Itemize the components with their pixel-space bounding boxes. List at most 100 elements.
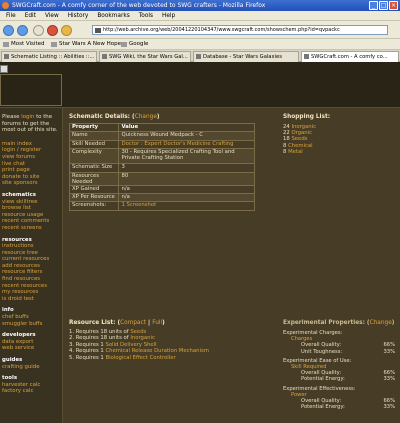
bookmark-label: Google <box>129 41 149 47</box>
sidebar-link[interactable]: data export <box>2 339 62 346</box>
shopping-resource-link[interactable]: Chemical <box>288 143 313 149</box>
browser-tab[interactable]: SWGCraft.com - A comfy co... <box>301 51 399 62</box>
sidebar-link[interactable]: instructions <box>2 243 62 250</box>
tab-title: SWG Wiki, the Star Wars Gal... <box>109 54 188 60</box>
sidebar-link[interactable]: crafting guide <box>2 364 62 371</box>
sidebar-link[interactable]: browse list <box>2 205 62 212</box>
sidebar-link[interactable]: live chat <box>2 161 62 168</box>
forward-button[interactable] <box>17 25 28 36</box>
table-row: Skill Needed Doctor : Expert Doctor's Med… <box>68 139 255 150</box>
sidebar-section-title: schematics <box>2 191 36 198</box>
resource-link[interactable]: Solid Delivery Shell <box>105 342 156 348</box>
bookmark-item[interactable]: Star Wars A New Hope <box>50 39 121 50</box>
property-value-link[interactable]: Doctor : Expert Doctor's Medicine Crafti… <box>121 141 233 147</box>
tab-title: SWGCraft.com - A comfy co... <box>311 54 388 60</box>
sidebar-link[interactable]: recent screens <box>2 225 62 232</box>
change-schematic-link[interactable]: Change <box>135 114 157 120</box>
sidebar-link[interactable]: factory calc <box>2 388 62 395</box>
tab-title: Schematic Listing :: Abilities ::... <box>11 54 95 60</box>
sidebar-link[interactable]: view skilltree <box>2 199 62 206</box>
sidebar-link[interactable]: donate to site <box>2 174 62 181</box>
web-page: Please login to the forums to get the mo… <box>0 62 400 423</box>
tab-favicon <box>102 54 107 59</box>
sidebar-link[interactable]: resource tree <box>2 250 62 257</box>
sidebar-link[interactable]: add resources <box>2 263 62 270</box>
table-row: XP Per Resource n/a <box>68 192 255 203</box>
banner-frame <box>0 74 62 106</box>
browser-tab[interactable]: Database - Star Wars Galaxies <box>193 51 299 62</box>
url-text: http://web.archive.org/web/2004122010434… <box>103 27 340 33</box>
window-title: SWGCraft.com - A comfy corner of the web… <box>12 2 266 9</box>
menu-edit[interactable]: Edit <box>25 13 36 19</box>
sidebar-link[interactable]: view forums <box>2 154 62 161</box>
resource-link[interactable]: Inorganic <box>130 335 155 341</box>
shopping-resource-link[interactable]: Seeds <box>291 136 307 142</box>
sidebar-link[interactable]: web service <box>2 345 62 352</box>
sidebar-link[interactable]: login / register <box>2 147 62 154</box>
shopping-resource-link[interactable]: Metal <box>288 149 303 155</box>
stop-button[interactable] <box>47 25 58 36</box>
full-view-link[interactable]: Full <box>152 320 162 326</box>
experimental-group: Experimental Effectiveness: Power Overall … <box>283 386 399 411</box>
experimental-properties-heading: Experimental Properties: (Change) <box>283 320 395 326</box>
site-favicon <box>95 28 101 33</box>
schematic-details-heading: Schematic Details: (Change) <box>69 114 160 120</box>
sidebar-link[interactable]: recent resources <box>2 283 62 290</box>
sidebar-link[interactable]: smuggler buffs <box>2 321 62 328</box>
sidebar-link[interactable]: my resources <box>2 289 62 296</box>
property-value[interactable]: Doctor : Expert Doctor's Medicine Crafti… <box>118 139 255 150</box>
sidebar-link[interactable]: find resources <box>2 276 62 283</box>
bookmark-item[interactable]: Google <box>120 39 148 50</box>
address-bar[interactable]: http://web.archive.org/web/2004122010434… <box>92 25 388 35</box>
sidebar-link[interactable]: resource usage <box>2 212 62 219</box>
reload-button[interactable] <box>33 25 44 36</box>
home-button[interactable] <box>61 25 72 36</box>
sidebar-link[interactable]: print page <box>2 167 62 174</box>
menu-view[interactable]: View <box>45 13 59 19</box>
menu-help[interactable]: Help <box>162 13 175 19</box>
minimize-button[interactable]: _ <box>369 1 378 10</box>
browser-tab[interactable]: Schematic Listing :: Abilities ::... <box>1 51 97 62</box>
resource-link[interactable]: Biological Effect Controller <box>105 355 175 361</box>
experimental-properties: Experimental Charges: Charges Overall Qual… <box>283 330 399 413</box>
table-row: XP Gained n/a <box>68 184 255 194</box>
sidebar-link[interactable]: recent comments <box>2 218 62 225</box>
experimental-weight: 33% <box>383 348 395 355</box>
resource-requirement: 3. Requires 1 <box>69 341 106 348</box>
sidebar-link[interactable]: current resources <box>2 256 62 263</box>
sidebar-link[interactable]: main index <box>2 141 62 148</box>
compact-view-link[interactable]: Compact <box>120 320 146 326</box>
property-name: Name <box>68 131 120 141</box>
sidebar-section-title: developers <box>2 332 36 339</box>
shopping-item: 8 Metal <box>283 149 316 155</box>
property-value: 30 - Requires Specialized Crafting Tool … <box>118 148 255 165</box>
broken-image-icon <box>0 65 8 73</box>
sidebar-link[interactable]: harvester calc <box>2 382 62 389</box>
menu-file[interactable]: File <box>6 13 16 19</box>
shopping-resource-link[interactable]: Organic <box>291 130 312 136</box>
maximize-button[interactable]: □ <box>379 1 388 10</box>
close-button[interactable]: × <box>389 1 398 10</box>
property-name: Complexity <box>68 148 120 165</box>
resource-link[interactable]: Seeds <box>130 329 146 335</box>
sidebar-link[interactable]: site sponsors <box>2 180 62 187</box>
sidebar-link[interactable]: chef buffs <box>2 314 62 321</box>
bookmark-item[interactable]: Most Visited <box>2 39 44 50</box>
resource-link[interactable]: Chemical Release Duration Mechanism <box>105 348 208 354</box>
menu-bookmarks[interactable]: Bookmarks <box>97 13 129 19</box>
sidebar: Please login to the forums to get the mo… <box>0 108 62 423</box>
property-value[interactable]: 1 Screenshot <box>118 201 255 211</box>
tab-favicon <box>4 54 9 59</box>
shopping-resource-link[interactable]: Inorganic <box>291 124 316 130</box>
change-experimental-link[interactable]: Change <box>370 320 392 326</box>
property-value-link[interactable]: 1 Screenshot <box>121 202 156 208</box>
schematic-properties-table: Property Value Name Quickness Wound Medpa… <box>68 122 255 211</box>
back-button[interactable] <box>3 25 14 36</box>
sidebar-link[interactable]: resource filters <box>2 269 62 276</box>
bookmarks-toolbar: Most Visited Star Wars A New Hope Google <box>0 39 400 50</box>
browser-tab[interactable]: SWG Wiki, the Star Wars Gal... <box>99 51 191 62</box>
menu-history[interactable]: History <box>68 13 89 19</box>
menu-tools[interactable]: Tools <box>139 13 153 19</box>
login-link[interactable]: login <box>21 114 34 120</box>
sidebar-link[interactable]: is droid test <box>2 296 62 303</box>
